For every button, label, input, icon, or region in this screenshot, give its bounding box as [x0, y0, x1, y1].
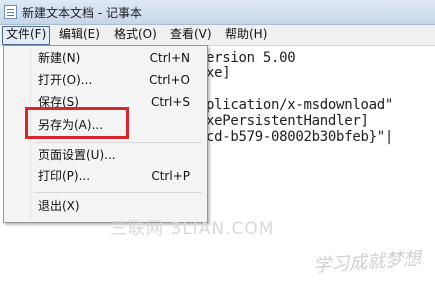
editor-line-5: xePersistentHandler]: [206, 113, 369, 129]
menu-item-shortcut: Ctrl+O: [149, 73, 190, 87]
save-as-highlight-box: [25, 107, 129, 139]
menu-bar: 文件(F) 编辑(E) 格式(O) 查看(V) 帮助(H): [0, 25, 435, 46]
menu-help[interactable]: 帮助(H): [222, 26, 270, 43]
menu-item-open[interactable]: 打开(O)... Ctrl+O: [6, 70, 204, 90]
menu-format[interactable]: 格式(O): [111, 26, 160, 43]
menu-item-print[interactable]: 打印(P)... Ctrl+P: [6, 166, 204, 186]
menu-item-label: 新建(N): [38, 51, 81, 65]
menu-file[interactable]: 文件(F): [2, 26, 51, 45]
site-watermark: 三联网 3LIAN.COM: [110, 219, 275, 239]
menu-item-label: 打印(P)...: [38, 169, 91, 183]
menu-item-shortcut: Ctrl+P: [151, 169, 190, 183]
menu-view[interactable]: 查看(V): [167, 26, 215, 43]
editor-line-1: ersion 5.00: [206, 50, 296, 66]
editor-line-4: plication/x-msdownload": [206, 97, 393, 113]
menu-item-label: 页面设置(U)...: [38, 148, 116, 162]
menu-item-page-setup[interactable]: 页面设置(U)...: [6, 145, 204, 165]
editor-line-6: cd-b579-08002b30bfeb}"|: [206, 129, 393, 145]
window-title: 新建文本文档 - 记事本: [22, 6, 142, 20]
menu-separator: [34, 142, 202, 143]
menu-item-new[interactable]: 新建(N) Ctrl+N: [6, 48, 204, 68]
menu-edit[interactable]: 编辑(E): [56, 26, 103, 43]
menu-item-exit[interactable]: 退出(X): [6, 196, 204, 216]
menu-separator: [34, 192, 202, 193]
menu-item-label: 退出(X): [38, 199, 80, 213]
notepad-icon: [4, 5, 17, 19]
menu-item-shortcut: Ctrl+N: [149, 51, 190, 65]
title-bar: 新建文本文档 - 记事本: [0, 0, 435, 25]
editor-line-2: xe]: [206, 65, 231, 81]
menu-item-shortcut: Ctrl+S: [150, 95, 190, 109]
menu-item-label: 打开(O)...: [38, 73, 93, 87]
